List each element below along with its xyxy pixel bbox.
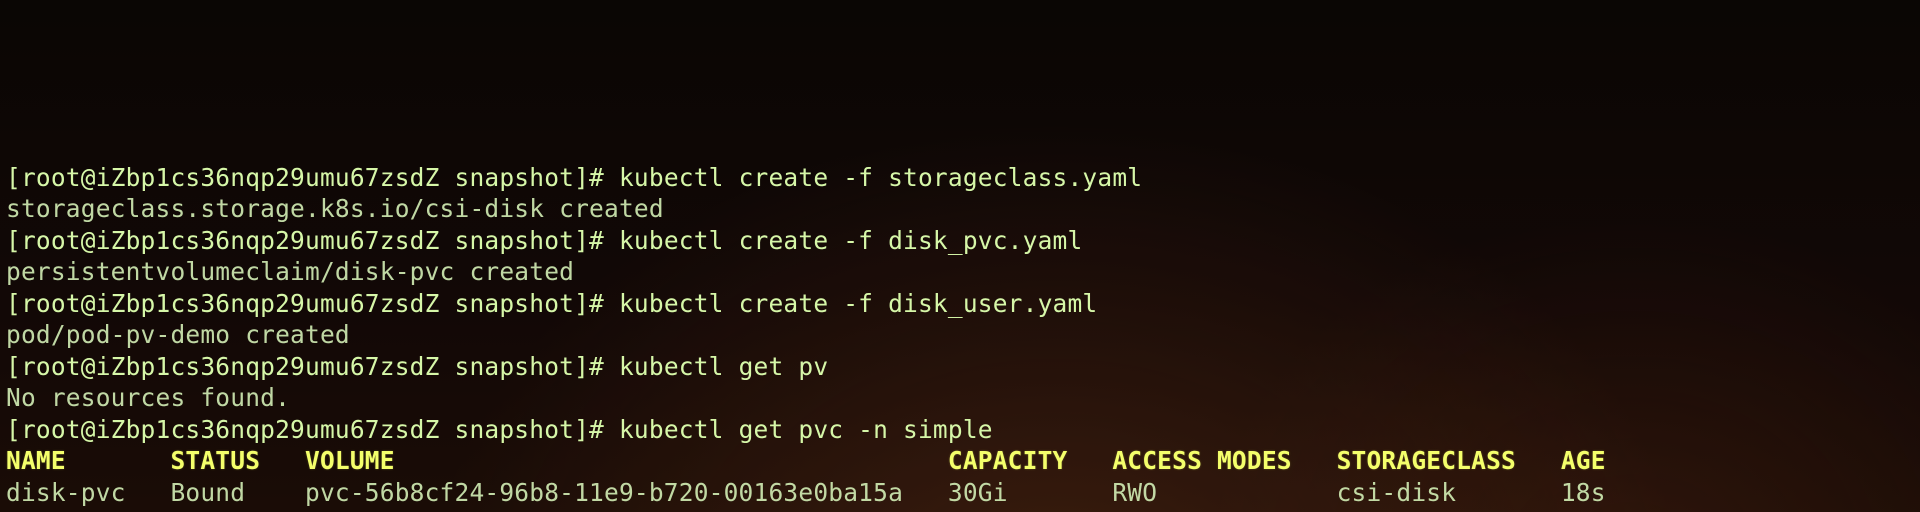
prompt: [root@iZbp1cs36nqp29umu67zsdZ snapshot]#	[6, 226, 619, 255]
cmd-4: kubectl get pv	[619, 352, 828, 381]
cmd-1: kubectl create -f storageclass.yaml	[619, 163, 1142, 192]
prompt-line: [root@iZbp1cs36nqp29umu67zsdZ snapshot]#…	[6, 226, 1082, 255]
prompt-line: [root@iZbp1cs36nqp29umu67zsdZ snapshot]#…	[6, 289, 1097, 318]
terminal[interactable]: [root@iZbp1cs36nqp29umu67zsdZ snapshot]#…	[0, 126, 1920, 512]
prompt: [root@iZbp1cs36nqp29umu67zsdZ snapshot]#	[6, 289, 619, 318]
output-3: pod/pod-pv-demo created	[6, 320, 350, 349]
prompt-line: [root@iZbp1cs36nqp29umu67zsdZ snapshot]#…	[6, 415, 993, 444]
prompt: [root@iZbp1cs36nqp29umu67zsdZ snapshot]#	[6, 415, 619, 444]
output-2: persistentvolumeclaim/disk-pvc created	[6, 257, 574, 286]
prompt: [root@iZbp1cs36nqp29umu67zsdZ snapshot]#	[6, 352, 619, 381]
output-1: storageclass.storage.k8s.io/csi-disk cre…	[6, 194, 664, 223]
pvc-header: NAME STATUS VOLUME CAPACITY ACCESS MODES…	[6, 446, 1606, 475]
prompt: [root@iZbp1cs36nqp29umu67zsdZ snapshot]#	[6, 163, 619, 192]
prompt-line: [root@iZbp1cs36nqp29umu67zsdZ snapshot]#…	[6, 163, 1142, 192]
output-4: No resources found.	[6, 383, 290, 412]
prompt-line: [root@iZbp1cs36nqp29umu67zsdZ snapshot]#…	[6, 352, 828, 381]
pvc-row: disk-pvc Bound pvc-56b8cf24-96b8-11e9-b7…	[6, 478, 1606, 507]
cmd-2: kubectl create -f disk_pvc.yaml	[619, 226, 1082, 255]
cmd-3: kubectl create -f disk_user.yaml	[619, 289, 1097, 318]
cmd-5: kubectl get pvc -n simple	[619, 415, 993, 444]
